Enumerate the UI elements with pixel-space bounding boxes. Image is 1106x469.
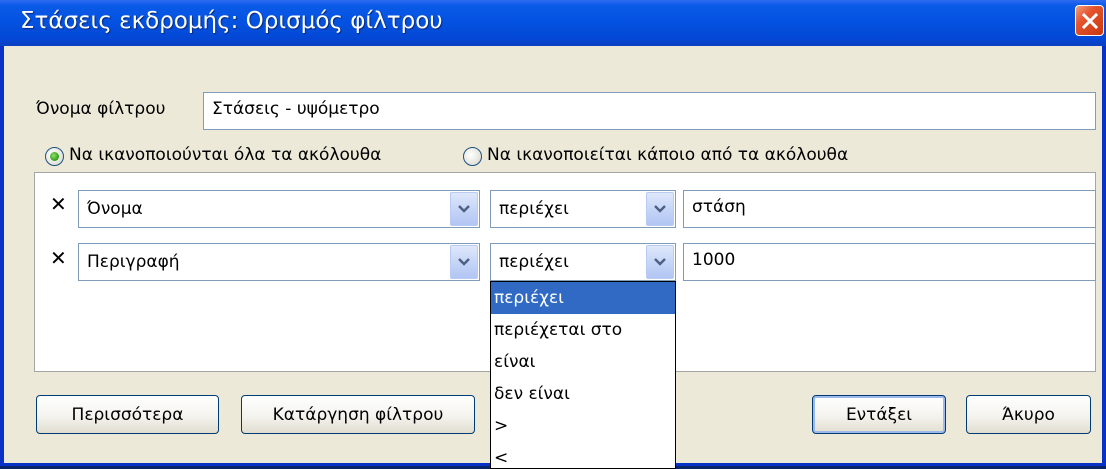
match-any-label[interactable]: Να ικανοποιείται κάποιο από τα ακόλουθα [487, 145, 848, 165]
filter-dialog: Στάσεις εκδρομής: Ορισμός φίλτρου Όνομα … [0, 0, 1106, 469]
close-button[interactable] [1075, 5, 1104, 36]
chevron-down-icon[interactable] [450, 192, 478, 226]
radio-selected-dot [50, 152, 59, 161]
delete-rule-icon[interactable]: ✕ [50, 248, 67, 268]
close-icon [1081, 12, 1098, 29]
filter-name-input[interactable]: Στάσεις - υψόμετρο [203, 92, 1096, 130]
rule-operator-value: περιέχει [499, 252, 569, 272]
window-title: Στάσεις εκδρομής: Ορισμός φίλτρου [20, 8, 443, 34]
dropdown-option[interactable]: είναι [491, 346, 675, 378]
filter-name-label: Όνομα φίλτρου [36, 99, 166, 119]
filter-name-value: Στάσεις - υψόμετρο [212, 99, 380, 119]
cancel-button[interactable]: Άκυρο [966, 395, 1091, 434]
chevron-down-icon[interactable] [450, 245, 478, 279]
dropdown-option[interactable]: δεν είναι [491, 378, 675, 410]
rule-value-text: στάση [692, 197, 746, 217]
more-button[interactable]: Περισσότερα [36, 395, 219, 434]
dropdown-option[interactable]: < [491, 442, 675, 468]
rule-value-input[interactable]: στάση [683, 190, 1096, 228]
operator-dropdown-list[interactable]: περιέχει περιέχεται στο είναι δεν είναι … [490, 281, 676, 469]
dropdown-option[interactable]: > [491, 410, 675, 442]
rule-operator-select[interactable]: περιέχει [490, 190, 676, 228]
match-all-radio[interactable] [45, 147, 64, 166]
rule-field-select[interactable]: Όνομα [78, 190, 480, 228]
title-bar[interactable]: Στάσεις εκδρομής: Ορισμός φίλτρου [0, 0, 1106, 46]
remove-filter-button[interactable]: Κατάργηση φίλτρου [241, 395, 475, 434]
delete-rule-icon[interactable]: ✕ [50, 194, 67, 214]
window-border-right [1102, 46, 1106, 466]
rule-value-input[interactable]: 1000 [683, 243, 1096, 281]
rule-operator-value: περιέχει [499, 199, 569, 219]
rule-value-text: 1000 [692, 250, 736, 270]
dropdown-option[interactable]: περιέχει [491, 282, 675, 314]
rule-field-value: Περιγραφή [87, 252, 180, 272]
rule-operator-select[interactable]: περιέχει [490, 243, 676, 281]
rule-field-value: Όνομα [87, 199, 143, 219]
dropdown-option[interactable]: περιέχεται στο [491, 314, 675, 346]
match-all-label[interactable]: Να ικανοποιούνται όλα τα ακόλουθα [69, 145, 381, 165]
rule-field-select[interactable]: Περιγραφή [78, 243, 480, 281]
match-any-radio[interactable] [463, 147, 482, 166]
chevron-down-icon[interactable] [646, 245, 674, 279]
ok-button[interactable]: Εντάξει [812, 395, 946, 434]
chevron-down-icon[interactable] [646, 192, 674, 226]
